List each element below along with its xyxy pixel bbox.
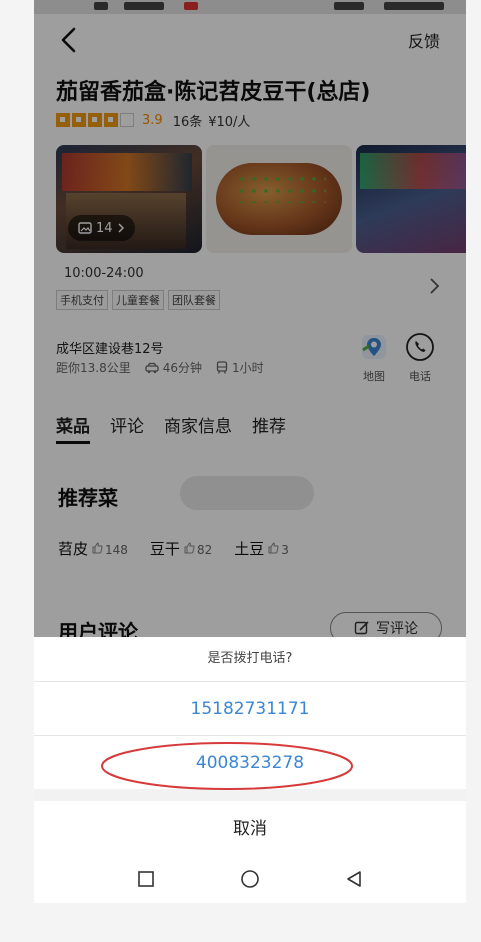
home-circle-icon[interactable] bbox=[240, 869, 260, 889]
cancel-button[interactable]: 取消 bbox=[34, 805, 466, 853]
modal-overlay[interactable] bbox=[34, 0, 466, 637]
phone-option-1[interactable]: 15182731171 bbox=[34, 683, 466, 736]
highlight-annotation-ellipse bbox=[101, 742, 353, 790]
recent-apps-square-icon[interactable] bbox=[137, 870, 155, 888]
system-nav-bar bbox=[34, 855, 466, 903]
back-triangle-icon[interactable] bbox=[345, 870, 363, 888]
dialog-title: 是否拨打电话? bbox=[34, 637, 466, 682]
